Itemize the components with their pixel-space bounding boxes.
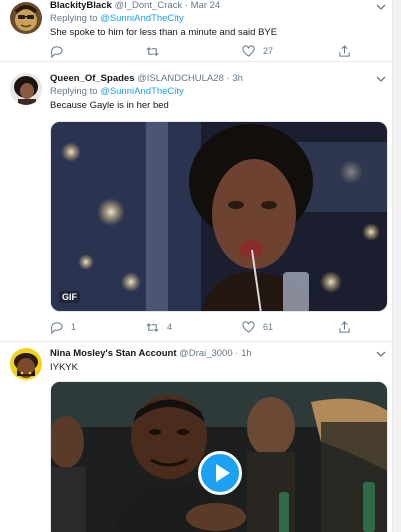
user-handle[interactable]: @ISLANDCHULA28	[137, 73, 224, 84]
chevron-down-icon[interactable]	[376, 349, 386, 359]
separator: ·	[235, 348, 239, 359]
like-count: 61	[263, 322, 274, 332]
chevron-down-icon[interactable]	[376, 2, 386, 12]
separator: ·	[226, 73, 230, 84]
video-media[interactable]	[50, 381, 388, 532]
replying-to-link[interactable]: @SunniAndTheCity	[100, 13, 184, 24]
avatar[interactable]	[10, 73, 42, 105]
display-name[interactable]: Queen_Of_Spades	[50, 73, 134, 84]
tweet-actions: 1 4 61	[50, 320, 352, 334]
gif-badge: GIF	[59, 291, 80, 303]
tweet-text: IYKYK	[50, 362, 78, 373]
tweet-header: BlackityBlack @I_Dont_Crack · Mar 24	[50, 0, 384, 12]
tweet-text: She spoke to him for less than a minute …	[50, 27, 278, 38]
reply-button[interactable]: 1	[50, 321, 120, 334]
tweet-text: Because Gayle is in her bed	[50, 100, 169, 111]
timestamp[interactable]: Mar 24	[191, 0, 221, 11]
like-button[interactable]: 61	[242, 320, 312, 334]
tweet-header: Nina Mosley's Stan Account @Drai_3000 · …	[50, 348, 384, 360]
display-name[interactable]: Nina Mosley's Stan Account	[50, 348, 177, 359]
replying-to-link[interactable]: @SunniAndTheCity	[100, 86, 184, 97]
retweet-icon	[146, 322, 159, 332]
retweet-count: 4	[167, 322, 173, 332]
tweet-3[interactable]: Nina Mosley's Stan Account @Drai_3000 · …	[0, 342, 392, 532]
user-handle[interactable]: @Drai_3000	[179, 348, 232, 359]
share-icon	[339, 44, 350, 57]
gif-media[interactable]: GIF	[50, 121, 388, 312]
tweet-1[interactable]: BlackityBlack @I_Dont_Crack · Mar 24 Rep…	[0, 0, 392, 62]
replying-prefix: Replying to	[50, 13, 98, 24]
display-name[interactable]: BlackityBlack	[50, 0, 112, 11]
tweet-header: Queen_Of_Spades @ISLANDCHULA28 · 3h	[50, 73, 384, 85]
retweet-button[interactable]: 4	[146, 321, 216, 334]
user-handle[interactable]: @I_Dont_Crack	[114, 0, 182, 11]
avatar[interactable]	[10, 348, 42, 380]
retweet-button[interactable]	[146, 45, 216, 58]
timestamp[interactable]: 3h	[232, 73, 243, 84]
replying-to: Replying to @SunniAndTheCity	[50, 13, 384, 25]
reply-icon	[50, 321, 63, 334]
replying-prefix: Replying to	[50, 86, 98, 97]
heart-icon	[242, 44, 255, 57]
timestamp[interactable]: 1h	[241, 348, 252, 359]
avatar[interactable]	[10, 2, 42, 34]
gif-image	[51, 122, 387, 311]
reply-icon	[50, 45, 63, 58]
tweet-2[interactable]: Queen_Of_Spades @ISLANDCHULA28 · 3h Repl…	[0, 62, 392, 342]
share-button[interactable]	[338, 320, 352, 334]
chevron-down-icon[interactable]	[376, 74, 386, 84]
like-count: 27	[263, 46, 274, 56]
like-button[interactable]: 27	[242, 44, 312, 58]
tweet-actions: 27	[50, 44, 352, 58]
reply-count: 1	[71, 322, 77, 332]
scrollbar[interactable]	[392, 0, 401, 532]
reply-button[interactable]	[50, 45, 120, 58]
share-button[interactable]	[338, 44, 352, 58]
heart-icon	[242, 320, 255, 333]
replying-to: Replying to @SunniAndTheCity	[50, 86, 384, 98]
retweet-icon	[146, 46, 159, 56]
play-button[interactable]	[198, 451, 242, 495]
separator: ·	[184, 0, 188, 11]
share-icon	[339, 320, 350, 333]
